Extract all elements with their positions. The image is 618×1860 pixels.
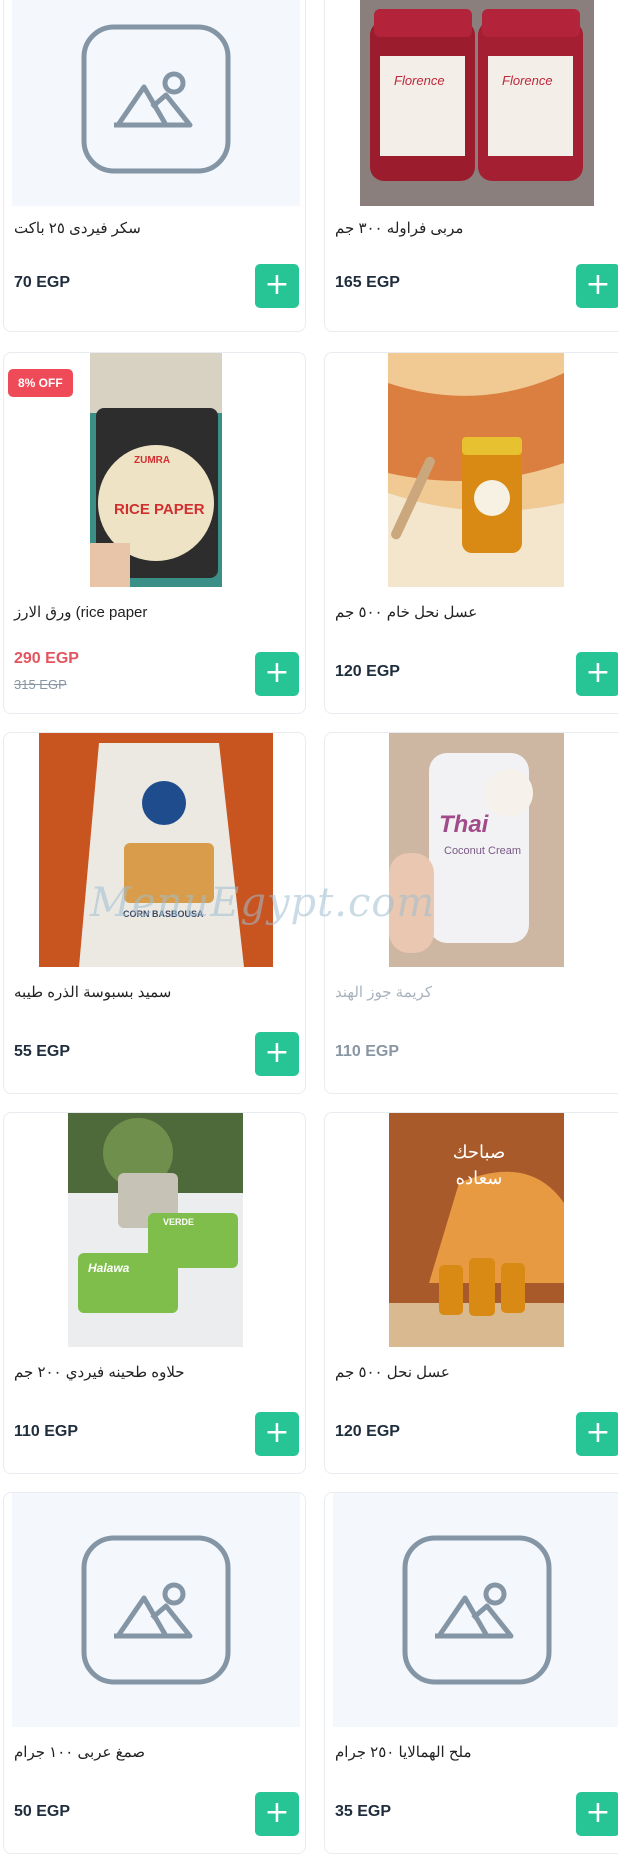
add-to-cart-button[interactable]: +	[255, 1412, 299, 1456]
product-card[interactable]: صمغ عربى ١٠٠ جرام 50 EGP +	[3, 1492, 306, 1854]
halawa-label-text: Halawa	[88, 1261, 130, 1275]
product-card[interactable]: صباحك سعاده عسل نحل ٥٠٠ جم 120 EGP +	[324, 1112, 618, 1474]
coconut-label-text: Coconut Cream	[444, 845, 522, 857]
product-sale-price: 290 EGP	[14, 650, 79, 667]
product-name: ورق الارز (rice paper	[14, 604, 148, 621]
product-card[interactable]: ملح الهمالايا ٢٥٠ جرام 35 EGP +	[324, 1492, 618, 1854]
strawberry-jam-jars-photo	[360, 0, 594, 206]
product-image	[388, 353, 564, 587]
product-card[interactable]: ZUMRA RICE PAPER 8% OFF ورق الارز (rice …	[3, 352, 306, 714]
add-to-cart-button[interactable]: +	[576, 1792, 618, 1836]
product-card[interactable]: Florence Florence مربى فراوله ٣٠٠ جم 165…	[324, 0, 618, 332]
discount-badge: 8% OFF	[8, 369, 73, 397]
product-name: عسل نحل ٥٠٠ جم	[335, 1364, 450, 1381]
product-image: Florence Florence	[360, 0, 594, 206]
product-name: عسل نحل خام ٥٠٠ جم	[335, 604, 478, 621]
product-image: VERDE Halawa	[68, 1113, 243, 1347]
product-card[interactable]: سكر فيردى ٢٥ باكت 70 EGP +	[3, 0, 306, 332]
rice-brand-text: ZUMRA	[134, 455, 171, 466]
product-image: CORN BASBOUSA	[39, 733, 273, 967]
jam-brand-text: Florence	[394, 73, 445, 88]
honey-jar-photo	[388, 353, 564, 587]
watermark: MenuEgypt.com	[90, 880, 436, 926]
product-price: 120 EGP	[335, 663, 400, 680]
add-to-cart-button[interactable]: +	[255, 264, 299, 308]
product-price: 165 EGP	[335, 274, 400, 291]
product-price: 120 EGP	[335, 1423, 400, 1440]
product-name: سكر فيردى ٢٥ باكت	[14, 220, 141, 237]
coconut-brand-text: Thai	[439, 811, 489, 838]
corn-basbousa-bag-photo	[39, 733, 273, 967]
image-placeholder-icon	[81, 24, 231, 173]
add-to-cart-button[interactable]: +	[576, 652, 618, 696]
add-to-cart-button[interactable]: +	[255, 1792, 299, 1836]
product-card[interactable]: عسل نحل خام ٥٠٠ جم 120 EGP +	[324, 352, 618, 714]
product-price: 110 EGP	[14, 1423, 79, 1440]
product-image-placeholder	[333, 1493, 618, 1727]
product-name: سميد بسبوسة الذره طيبه	[14, 984, 172, 1001]
add-to-cart-button[interactable]: +	[255, 652, 299, 696]
product-name: حلاوه طحينه فيردي ٢٠٠ جم	[14, 1364, 185, 1381]
halawa-brand-text: VERDE	[163, 1217, 195, 1227]
product-price: 55 EGP	[14, 1043, 71, 1060]
product-price: 35 EGP	[335, 1803, 392, 1820]
image-placeholder-icon	[402, 1535, 552, 1685]
product-price: 70 EGP	[14, 274, 71, 291]
product-name: كريمة جوز الهند	[335, 984, 432, 1001]
product-price: 50 EGP	[14, 1803, 71, 1820]
rice-paper-pack-photo	[90, 353, 222, 587]
product-image: ZUMRA RICE PAPER	[90, 353, 222, 587]
product-price: 110 EGP	[335, 1043, 400, 1060]
wall-text: صباحك سعاده	[452, 1142, 506, 1188]
product-card[interactable]: VERDE Halawa حلاوه طحينه فيردي ٢٠٠ جم 11…	[3, 1112, 306, 1474]
product-name: ملح الهمالايا ٢٥٠ جرام	[335, 1744, 472, 1761]
product-image: Thai Coconut Cream	[389, 733, 564, 967]
product-name: مربى فراوله ٣٠٠ جم	[335, 220, 464, 237]
product-image: صباحك سعاده	[389, 1113, 564, 1347]
image-placeholder-icon	[81, 1535, 231, 1685]
product-name: صمغ عربى ١٠٠ جرام	[14, 1744, 145, 1761]
rice-label-text: RICE PAPER	[114, 501, 205, 518]
add-to-cart-button[interactable]: +	[255, 1032, 299, 1076]
add-to-cart-button[interactable]: +	[576, 264, 618, 308]
add-to-cart-button[interactable]: +	[576, 1412, 618, 1456]
product-image-placeholder	[12, 0, 300, 206]
halawa-boxes-photo	[68, 1113, 243, 1347]
product-old-price: 315 EGP	[14, 677, 67, 692]
product-image-placeholder	[12, 1493, 300, 1727]
jam-brand-text: Florence	[502, 73, 553, 88]
